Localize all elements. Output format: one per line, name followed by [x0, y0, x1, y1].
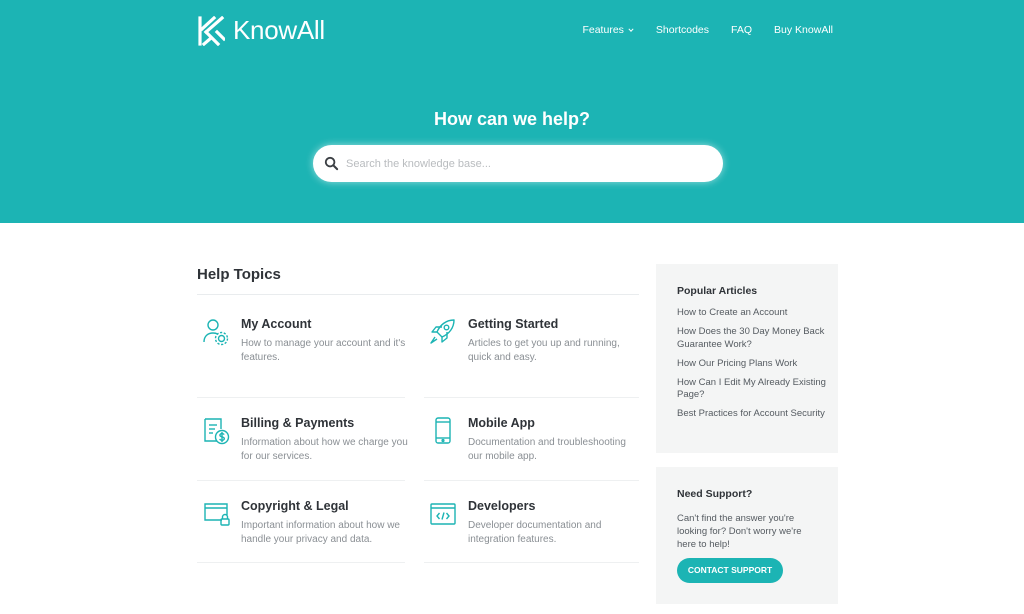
chevron-down-icon: [628, 28, 634, 32]
topic-title: Billing & Payments: [241, 416, 355, 430]
site-logo[interactable]: KnowAll: [197, 15, 325, 46]
code-window-icon: [430, 503, 456, 525]
topic-getting-started[interactable]: Getting Started Articles to get you up a…: [424, 315, 632, 398]
topic-title: Copyright & Legal: [241, 499, 349, 513]
topic-my-account[interactable]: My Account How to manage your account an…: [197, 315, 405, 398]
mobile-phone-icon: [435, 417, 451, 444]
divider: [197, 480, 405, 481]
billing-dollar-icon: [204, 418, 230, 445]
search-input[interactable]: [346, 157, 706, 170]
topic-description: Articles to get you up and running, quic…: [468, 338, 620, 363]
divider: [424, 480, 639, 481]
search-icon: [324, 156, 339, 171]
topic-description: Important information about how we handl…: [241, 520, 400, 545]
divider: [424, 397, 639, 398]
rocket-icon: [430, 319, 455, 344]
popular-articles-widget: Popular Articles How to Create an Accoun…: [656, 264, 838, 453]
popular-article-link[interactable]: How Can I Edit My Already Existing Page?: [677, 377, 827, 402]
contact-support-button[interactable]: CONTACT SUPPORT: [677, 558, 783, 583]
nav-item-label: FAQ: [731, 24, 753, 36]
nav-item-label: Buy KnowAll: [774, 24, 833, 36]
divider: [197, 294, 639, 295]
nav-item-shortcodes[interactable]: Shortcodes: [656, 24, 709, 36]
popular-article-link[interactable]: Best Practices for Account Security: [677, 408, 827, 421]
popular-article-link[interactable]: How Our Pricing Plans Work: [677, 358, 827, 371]
hero-title: How can we help?: [433, 109, 591, 129]
main-nav: Features Shortcodes FAQ Buy KnowAll: [582, 24, 833, 36]
support-widget: Need Support? Can't find the answer you'…: [656, 467, 838, 604]
nav-item-label: Features: [582, 24, 624, 36]
divider: [197, 562, 405, 563]
nav-item-buy-knowall[interactable]: Buy KnowAll: [774, 24, 833, 36]
topic-title: My Account: [241, 317, 312, 331]
topic-mobile-app[interactable]: Mobile App Documentation and troubleshoo…: [424, 414, 632, 497]
divider: [424, 562, 639, 563]
topic-title: Getting Started: [468, 317, 559, 331]
search-bar[interactable]: [313, 145, 723, 182]
nav-item-features[interactable]: Features: [582, 24, 634, 36]
topic-description: How to manage your account and it's feat…: [241, 338, 406, 363]
divider: [197, 397, 405, 398]
popular-articles-title: Popular Articles: [677, 285, 758, 297]
topic-description: Documentation and troubleshooting our mo…: [468, 437, 626, 462]
nav-item-label: Shortcodes: [655, 24, 710, 36]
topic-developers[interactable]: Developers Developer documentation and i…: [424, 497, 632, 580]
legal-lock-icon: [204, 503, 230, 526]
popular-articles-list: How to Create an Account How Does the 30…: [677, 307, 827, 427]
site-name: KnowAll: [233, 15, 325, 45]
topic-title: Mobile App: [468, 416, 535, 430]
support-title: Need Support?: [677, 488, 753, 500]
topic-copyright-legal[interactable]: Copyright & Legal Important information …: [197, 497, 405, 580]
hero-banner: KnowAll Features Shortcodes FAQ Buy Know…: [0, 0, 1024, 223]
topic-billing-payments[interactable]: Billing & Payments Information about how…: [197, 414, 408, 497]
knowall-logo-mark-icon: [198, 15, 225, 46]
topic-description: Information about how we charge you for …: [241, 437, 408, 462]
popular-article-link[interactable]: How to Create an Account: [677, 307, 827, 320]
popular-article-link[interactable]: How Does the 30 Day Money Back Guarantee…: [677, 326, 827, 351]
topic-title: Developers: [468, 499, 536, 513]
account-gear-icon: [203, 319, 229, 346]
support-text: Can't find the answer you're looking for…: [677, 513, 802, 550]
help-topics-title: Help Topics: [197, 266, 281, 283]
topic-description: Developer documentation and integration …: [468, 520, 602, 545]
nav-item-faq[interactable]: FAQ: [731, 24, 752, 36]
